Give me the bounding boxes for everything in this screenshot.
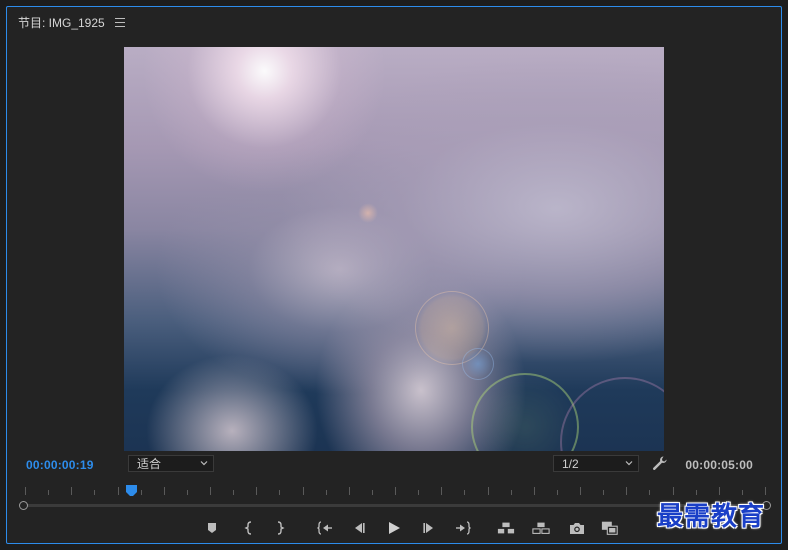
ruler-tick [719,487,720,495]
step-forward-button[interactable] [420,519,438,537]
ruler-tick [303,487,304,495]
lens-flare [462,348,494,380]
duration-timecode: 00:00:05:00 [685,458,753,472]
zoom-fit-value: 适合 [137,457,162,471]
ruler-tick [464,490,465,495]
panel-header: 节目: IMG_1925 [18,13,125,31]
lift-button[interactable] [497,519,515,537]
ruler-tick [48,490,49,495]
ruler-tick [164,487,165,495]
go-to-out-button[interactable] [454,519,472,537]
ruler-tick [673,487,674,495]
play-icon [389,522,400,534]
ruler-tick [256,487,257,495]
play-button[interactable] [385,519,403,537]
ruler-tick [441,487,442,495]
ruler-tick [580,487,581,495]
ruler-tick [626,487,627,495]
playback-resolution-select[interactable]: 1/2 [553,455,639,472]
ruler-tick [557,490,558,495]
scrollbar-start-handle[interactable] [19,501,28,510]
ruler-tick [233,490,234,495]
add-marker-icon [208,523,216,533]
mark-out-icon [277,521,285,535]
add-marker-button[interactable] [203,519,221,537]
ruler-tick [649,490,650,495]
lift-icon [497,522,515,534]
extract-icon [532,522,550,534]
ruler-tick [603,490,604,495]
ruler-tick [534,487,535,495]
chevron-down-icon [625,461,633,466]
lens-flare [358,203,378,223]
program-monitor-panel: 节目: IMG_1925 00:00:00:19 适合 1/2 00:00:05… [6,6,782,544]
ruler-tick [372,490,373,495]
ruler-tick [511,490,512,495]
camera-icon [570,522,584,534]
hamburger-menu-icon[interactable] [114,17,125,27]
step-forward-icon [423,523,433,533]
mark-out-button[interactable] [271,519,289,537]
comparison-view-icon [601,521,618,535]
go-to-in-icon [317,521,332,535]
lens-flare [560,377,664,451]
video-preview[interactable] [124,47,664,451]
mark-in-icon [244,521,252,535]
wrench-icon[interactable] [651,455,667,471]
zoom-fit-select[interactable]: 适合 [128,455,214,472]
ruler-tick [488,487,489,495]
ruler-tick [279,490,280,495]
scrollbar-track [25,504,765,507]
step-back-button[interactable] [350,519,368,537]
panel-title[interactable]: 节目: IMG_1925 [18,14,105,31]
current-timecode[interactable]: 00:00:00:19 [26,458,94,472]
step-back-icon [355,523,365,533]
ruler-tick [71,487,72,495]
ruler-tick [418,490,419,495]
ruler-tick [742,490,743,495]
ruler-tick [118,487,119,495]
ruler-tick [395,487,396,495]
mark-in-button[interactable] [240,519,258,537]
export-frame-button[interactable] [568,519,586,537]
ruler-tick [326,490,327,495]
ruler-tick [696,490,697,495]
chevron-down-icon [200,461,208,466]
playback-resolution-value: 1/2 [562,456,579,471]
extract-button[interactable] [532,519,550,537]
ruler-tick [210,487,211,495]
playhead-marker[interactable] [126,485,138,497]
go-to-in-button[interactable] [316,519,334,537]
watermark-logo: 最需教育 [657,502,766,532]
ruler-tick [141,490,142,495]
ruler-tick [187,490,188,495]
ruler-tick [25,487,26,495]
ruler-tick [94,490,95,495]
go-to-out-icon [456,521,471,535]
ruler-tick [765,487,766,495]
ruler-tick [349,487,350,495]
comparison-view-button[interactable] [601,519,619,537]
